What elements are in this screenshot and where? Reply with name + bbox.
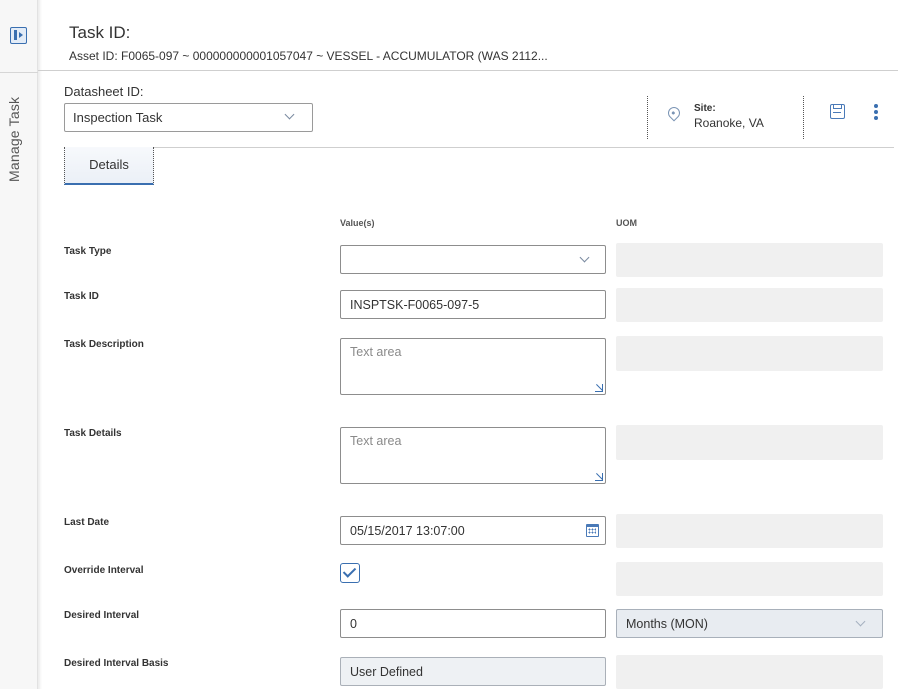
panel-toggle-icon[interactable]	[10, 27, 27, 44]
task-description-uom	[616, 336, 883, 371]
override-interval-checkbox[interactable]	[340, 563, 360, 583]
task-details-textarea[interactable]: Text area	[340, 427, 606, 484]
task-id-input[interactable]: INSPTSK-F0065-097-5	[340, 290, 606, 319]
chevron-down-icon	[855, 616, 866, 627]
tab-details[interactable]: Details	[64, 147, 154, 185]
desired-interval-uom-value: Months (MON)	[626, 617, 708, 631]
task-type-select[interactable]	[340, 245, 606, 274]
task-type-label: Task Type	[64, 246, 112, 257]
resize-icon[interactable]	[595, 384, 603, 392]
desired-interval-uom-select[interactable]: Months (MON)	[616, 609, 883, 638]
datasheet-id-label: Datasheet ID:	[64, 84, 144, 99]
task-description-textarea[interactable]: Text area	[340, 338, 606, 395]
chevron-down-icon	[284, 109, 295, 120]
resize-icon[interactable]	[595, 473, 603, 481]
task-details-uom	[616, 425, 883, 460]
page-title: Task ID:	[69, 23, 131, 42]
save-icon[interactable]	[830, 104, 845, 119]
task-description-label: Task Description	[64, 339, 144, 350]
last-date-value: 05/15/2017 13:07:00	[350, 524, 465, 538]
task-description-placeholder: Text area	[350, 345, 402, 359]
site-divider-left	[647, 96, 648, 139]
side-panel-shadow	[38, 0, 42, 689]
override-interval-label: Override Interval	[64, 565, 144, 576]
more-options-icon[interactable]	[872, 104, 880, 120]
last-date-label: Last Date	[64, 517, 110, 528]
datasheet-selected-value: Inspection Task	[73, 110, 163, 125]
desired-interval-basis-value: User Defined	[350, 665, 423, 679]
last-date-input[interactable]: 05/15/2017 13:07:00	[340, 516, 606, 545]
task-id-uom	[616, 288, 883, 322]
calendar-icon[interactable]	[586, 524, 599, 537]
datasheet-select[interactable]: Inspection Task	[64, 103, 313, 132]
override-interval-uom	[616, 562, 883, 596]
side-panel-divider	[0, 72, 38, 73]
task-id-value: INSPTSK-F0065-097-5	[350, 298, 480, 312]
site-value: Roanoke, VA	[694, 116, 764, 130]
desired-interval-value: 0	[350, 617, 357, 631]
uom-column-header: UOM	[616, 218, 637, 228]
values-column-header: Value(s)	[340, 218, 375, 228]
task-details-placeholder: Text area	[350, 434, 402, 448]
desired-interval-basis-uom	[616, 655, 883, 689]
chevron-down-icon	[579, 252, 590, 263]
asset-id-line: Asset ID: F0065-097 ~ 000000000001057047…	[69, 49, 548, 63]
desired-interval-basis-label: Desired Interval Basis	[64, 658, 169, 669]
desired-interval-basis-input: User Defined	[340, 657, 606, 686]
desired-interval-input[interactable]: 0	[340, 609, 606, 638]
task-details-label: Task Details	[64, 428, 122, 439]
manage-task-label[interactable]: Manage Task	[6, 82, 22, 182]
header-divider	[38, 70, 898, 71]
site-divider-right	[803, 96, 804, 139]
site-label: Site:	[694, 103, 716, 114]
task-id-label: Task ID	[64, 291, 99, 302]
desired-interval-label: Desired Interval	[64, 610, 140, 621]
last-date-uom	[616, 514, 883, 548]
tabs-divider	[64, 147, 894, 148]
task-type-uom	[616, 243, 883, 277]
location-pin-icon	[665, 104, 683, 122]
